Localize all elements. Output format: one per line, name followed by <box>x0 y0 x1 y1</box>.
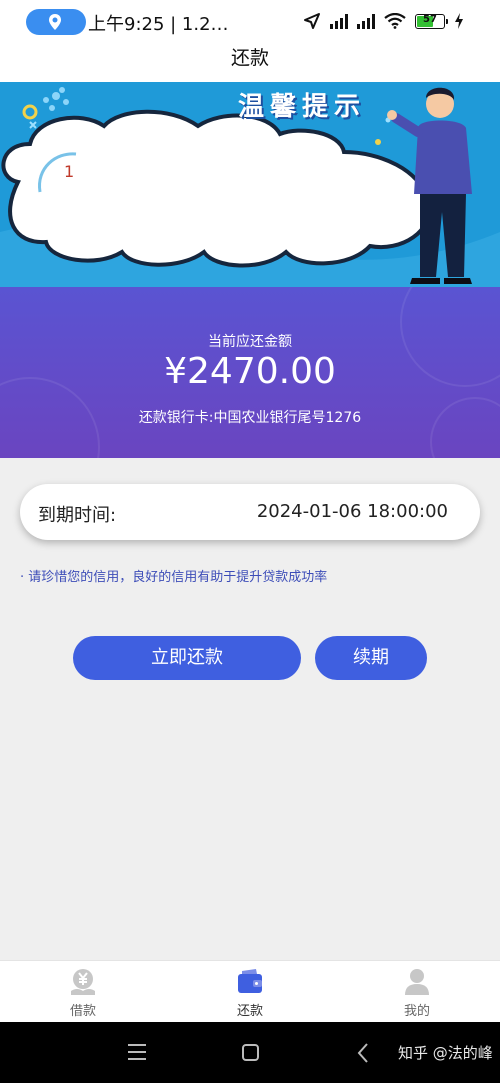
due-date-value: 2024-01-06 18:00:00 <box>256 501 448 522</box>
hd-signal-icon <box>357 13 375 29</box>
due-date-label: 到期时间: <box>38 505 117 526</box>
tab-repay[interactable]: 还款 <box>190 961 310 1023</box>
menu-icon[interactable] <box>128 1044 146 1065</box>
tab-bar: 借款 还款 我的 <box>0 960 500 1022</box>
amount-label: 当前应还金额 <box>208 334 292 350</box>
amount-panel: 当前应还金额 ¥2470.00 还款银行卡:中国农业银行尾号1276 <box>0 287 500 458</box>
wifi-icon <box>384 13 406 29</box>
navigation-arrow-icon <box>304 13 320 29</box>
charging-icon <box>455 13 463 29</box>
due-date-card: 到期时间: 2024-01-06 18:00:00 <box>20 484 480 540</box>
wallet-icon <box>238 969 262 993</box>
back-icon[interactable] <box>356 1042 370 1064</box>
home-icon[interactable] <box>242 1044 259 1061</box>
renew-button[interactable]: 续期 <box>315 636 427 680</box>
battery-level: 57 <box>423 13 437 25</box>
bank-card-info: 还款银行卡:中国农业银行尾号1276 <box>138 410 362 426</box>
location-icon <box>49 14 61 30</box>
system-nav-bar: 知乎 @法的峰 <box>0 1022 500 1083</box>
amount-value: ¥2470.00 <box>164 351 336 392</box>
status-icons: 57 <box>303 12 464 30</box>
nav-bar: 还款 <box>0 42 500 82</box>
repayment-screen: 上午9:25 | 1.2… 57 还款 温馨提示 1 当前应还金额 ¥2470.… <box>0 0 500 1083</box>
notice-banner[interactable]: 温馨提示 1 <box>0 82 500 287</box>
yen-coin-icon <box>71 969 95 995</box>
tab-label: 我的 <box>403 1004 430 1019</box>
watermark: 知乎 @法的峰 <box>398 1044 493 1062</box>
tab-label: 借款 <box>69 1004 96 1019</box>
signal-icon <box>330 13 348 29</box>
page-title: 还款 <box>230 47 269 69</box>
tab-borrow[interactable]: 借款 <box>23 961 143 1023</box>
tab-label: 还款 <box>236 1004 263 1019</box>
status-time: 上午9:25 | 1.2… <box>88 14 229 35</box>
repay-now-button[interactable]: 立即还款 <box>73 636 301 680</box>
user-icon <box>405 969 429 995</box>
location-pill[interactable] <box>26 9 86 35</box>
tab-mine[interactable]: 我的 <box>357 961 477 1023</box>
credit-tip: · 请珍惜您的信用，良好的信用有助于提升贷款成功率 <box>20 570 328 585</box>
banner-title: 温馨提示 <box>238 92 367 122</box>
battery-icon: 57 <box>415 13 448 29</box>
status-bar: 上午9:25 | 1.2… 57 <box>0 0 500 42</box>
banner-note: 1 <box>64 162 75 181</box>
